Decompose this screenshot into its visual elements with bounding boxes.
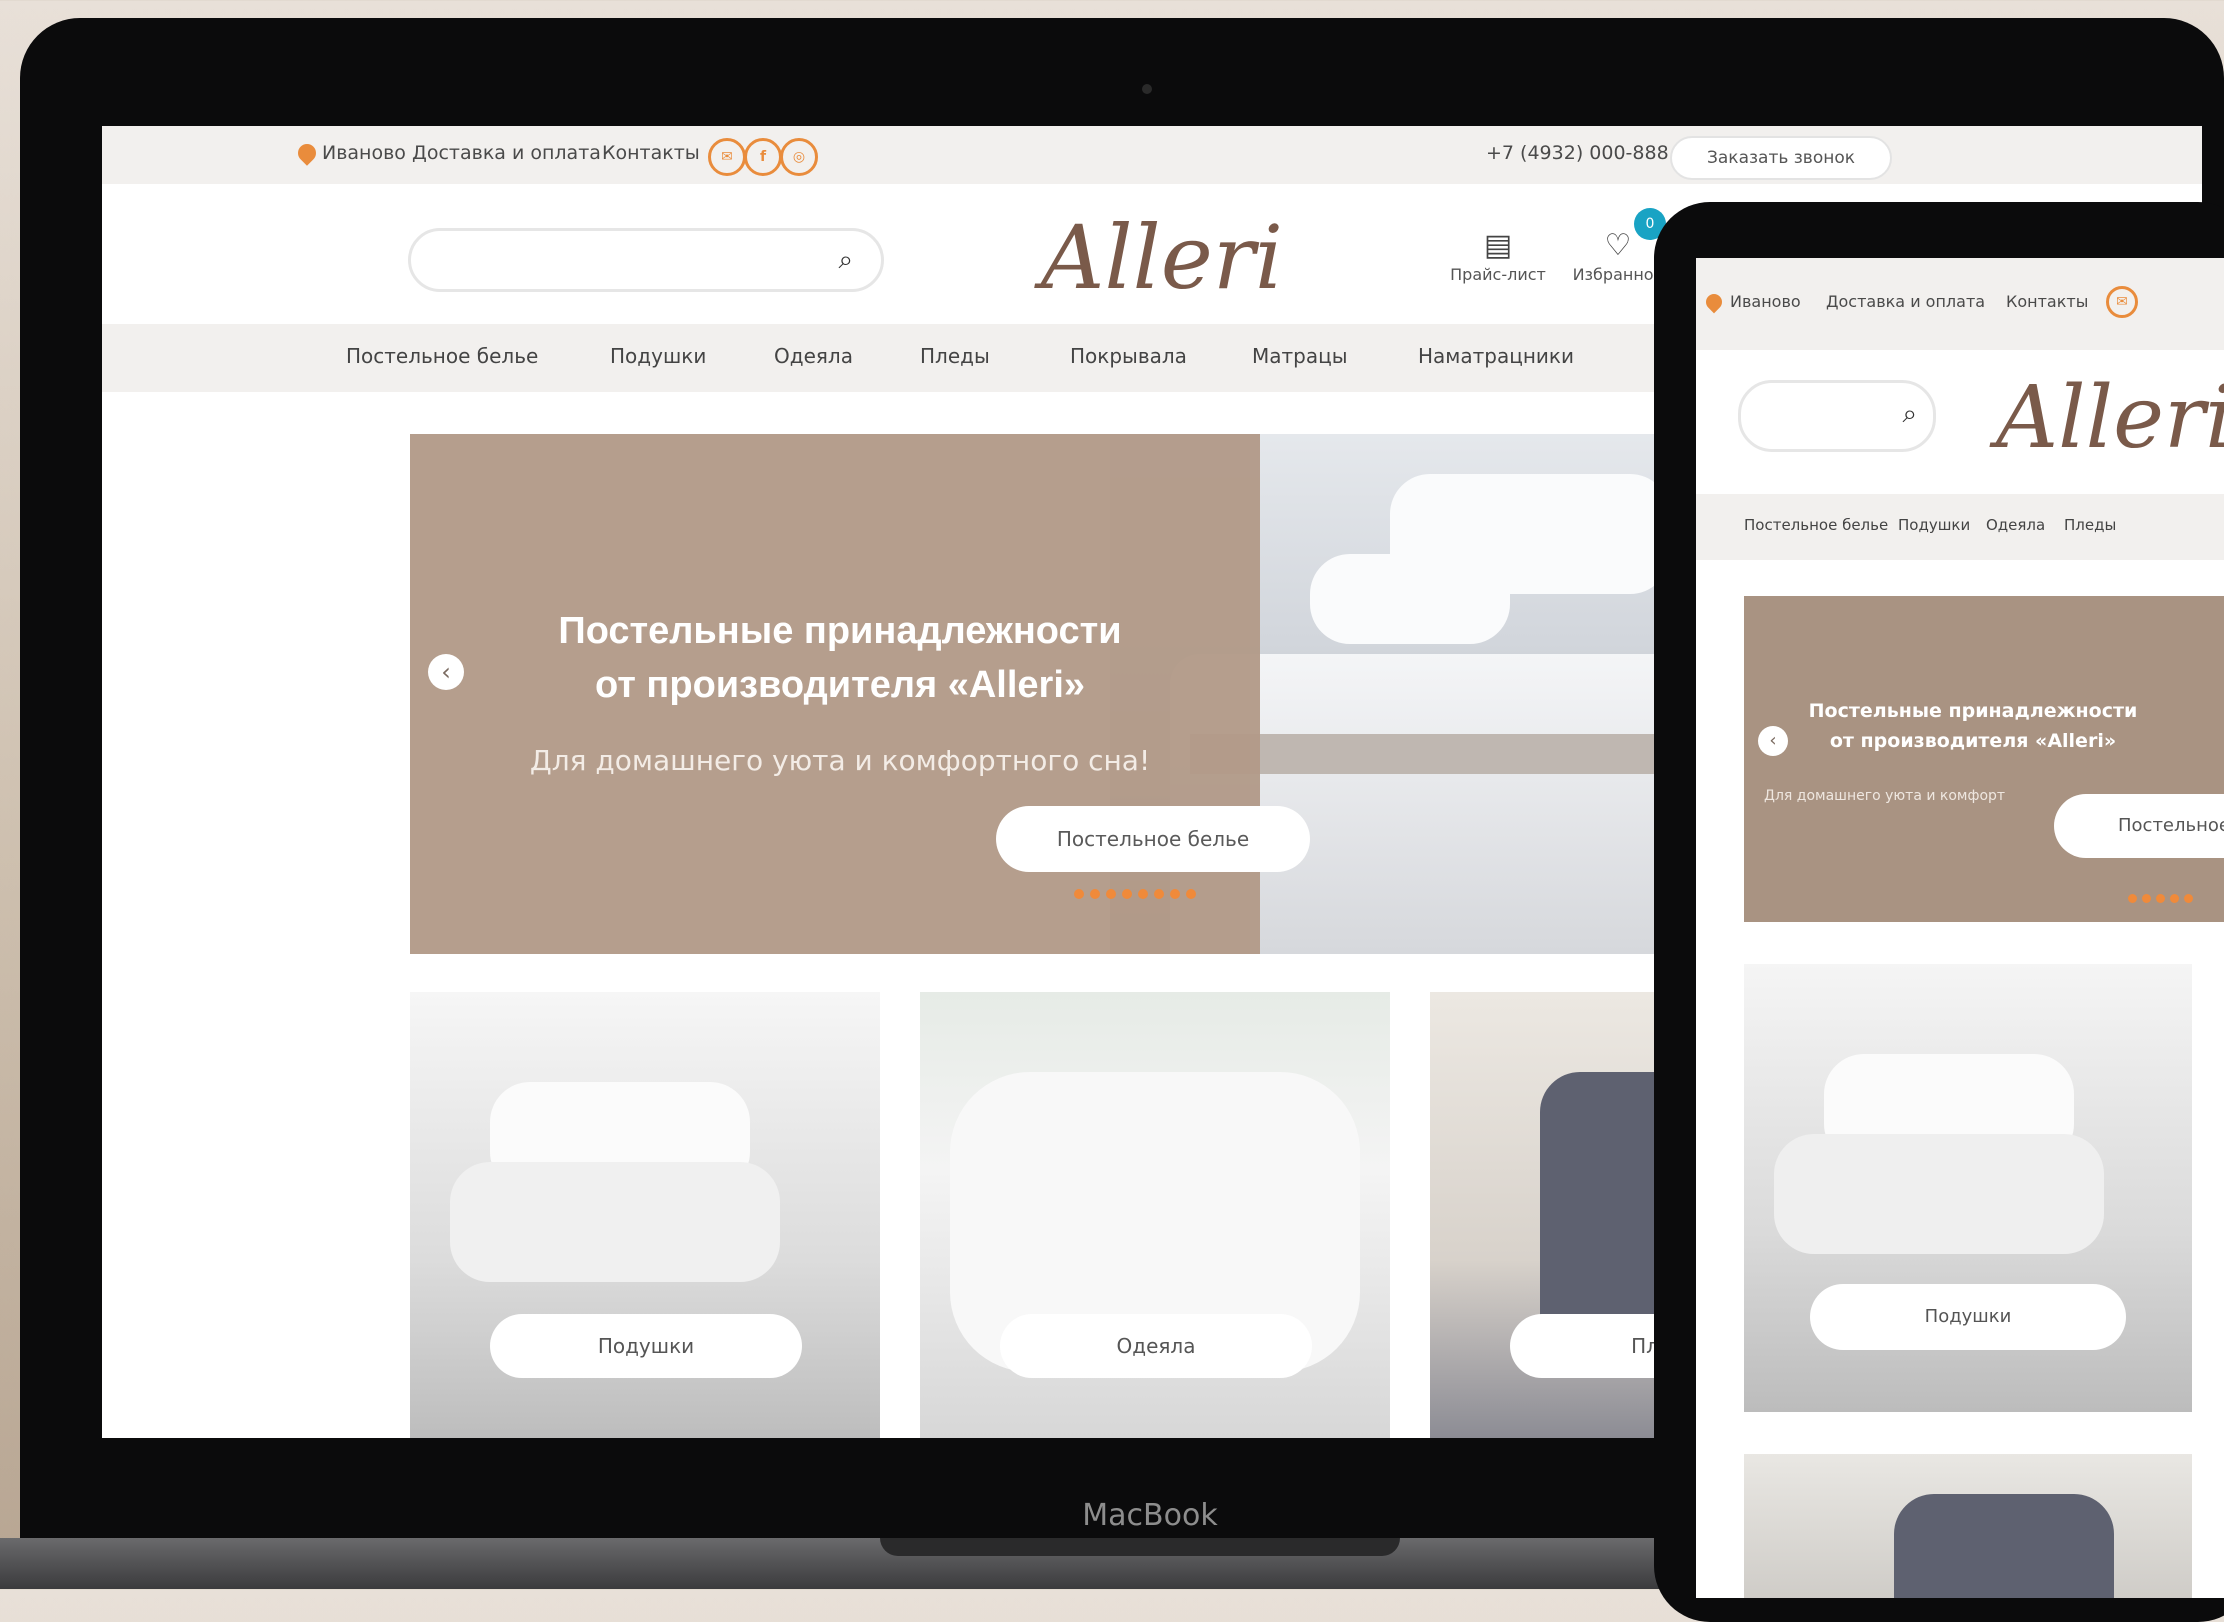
category-card-pillows[interactable]: Подушки xyxy=(410,992,880,1438)
pricelist-label: Прайс-лист xyxy=(1450,265,1546,284)
city-link[interactable]: Иваново xyxy=(322,142,406,164)
tablet-nav-item-plaids[interactable]: Пледы xyxy=(2064,516,2116,534)
camera-dot xyxy=(1142,84,1152,94)
banner-title-line2: от производителя «Alleri» xyxy=(594,664,1086,706)
laptop-hinge-notch xyxy=(880,1538,1400,1556)
site-logo[interactable]: Alleri xyxy=(1032,206,1292,309)
laptop-brand-label: MacBook xyxy=(1082,1498,1218,1533)
pillow-image xyxy=(1774,1134,2104,1254)
contacts-link[interactable]: Контакты xyxy=(602,142,700,164)
banner-subtitle: Для домашнего уюта и комфортного сна! xyxy=(529,744,1151,777)
document-icon: ▤ xyxy=(1483,228,1513,263)
hero-banner: ‹ Постельные принадлежности от производи… xyxy=(410,434,1710,954)
nav-item-bedding[interactable]: Постельное белье xyxy=(346,344,538,368)
top-bar: Иваново Доставка и оплата Контакты ✉ f ◎… xyxy=(102,126,2202,184)
tablet-nav-item-pillows[interactable]: Подушки xyxy=(1898,516,1970,534)
callback-button[interactable]: Заказать звонок xyxy=(1670,136,1892,180)
category-button-blankets[interactable]: Одеяла xyxy=(1000,1314,1312,1378)
carousel-dots[interactable] xyxy=(1074,884,1202,903)
tablet-top-bar: Иваново Доставка и оплата Контакты ✉ xyxy=(1696,258,2224,350)
nav-item-blankets[interactable]: Одеяла xyxy=(774,344,853,368)
mail-icon[interactable]: ✉ xyxy=(2106,286,2138,318)
tablet-banner-cta-button[interactable]: Постельное xyxy=(2054,794,2224,858)
tablet-delivery-link[interactable]: Доставка и оплата xyxy=(1826,292,1985,311)
phone-number[interactable]: +7 (4932) 000-888 xyxy=(1486,142,1669,164)
nav-item-plaids[interactable]: Пледы xyxy=(920,344,990,368)
nav-item-mattresses[interactable]: Матрацы xyxy=(1252,344,1348,368)
category-card-blankets[interactable]: Одеяла xyxy=(920,992,1390,1438)
location-pin-icon xyxy=(294,140,320,166)
tablet-nav-item-bedding[interactable]: Постельное белье xyxy=(1744,516,1888,534)
search-icon[interactable]: ⌕ xyxy=(1902,399,1917,430)
banner-cta-button[interactable]: Постельное белье xyxy=(996,806,1310,872)
tablet-nav-item-blankets[interactable]: Одеяла xyxy=(1986,516,2045,534)
tablet-nav: Постельное белье Подушки Одеяла Пледы xyxy=(1696,494,2224,560)
banner-title-line1: Постельные принадлежности xyxy=(558,610,1122,652)
mail-icon[interactable]: ✉ xyxy=(708,138,746,176)
instagram-icon[interactable]: ◎ xyxy=(780,138,818,176)
tablet-hero-banner: ‹ Постельные принадлежности от производи… xyxy=(1744,596,2224,922)
delivery-link[interactable]: Доставка и оплата xyxy=(412,142,601,164)
pillow-image xyxy=(450,1162,780,1282)
tablet-category-button-pillows[interactable]: Подушки xyxy=(1810,1284,2126,1350)
tablet-screen: Иваново Доставка и оплата Контакты ✉ ⌕ A… xyxy=(1696,258,2224,1598)
tablet-contacts-link[interactable]: Контакты xyxy=(2006,292,2088,311)
tablet-banner-title-line2: от производителя «Alleri» xyxy=(1829,730,2117,752)
tablet-search-input[interactable]: ⌕ xyxy=(1738,380,1936,452)
tablet-category-card-pillows[interactable]: Подушки xyxy=(1744,964,2192,1412)
tablet-carousel-dots[interactable] xyxy=(2128,888,2198,907)
tablet-banner-title: Постельные принадлежности от производите… xyxy=(1758,696,2188,756)
pillow-image xyxy=(1310,554,1510,644)
search-icon[interactable]: ⌕ xyxy=(838,245,853,276)
tablet-site-logo[interactable]: Alleri xyxy=(1996,368,2224,468)
nav-item-toppers[interactable]: Наматрацники xyxy=(1418,344,1574,368)
search-input[interactable]: ⌕ xyxy=(408,228,884,292)
category-button-pillows[interactable]: Подушки xyxy=(490,1314,802,1378)
nav-item-bedspreads[interactable]: Покрывала xyxy=(1070,344,1187,368)
pricelist-button[interactable]: ▤ Прайс-лист xyxy=(1438,228,1558,284)
tablet-frame: Иваново Доставка и оплата Контакты ✉ ⌕ A… xyxy=(1654,202,2224,1622)
banner-title: Постельные принадлежности от производите… xyxy=(430,604,1250,712)
nav-item-pillows[interactable]: Подушки xyxy=(610,344,706,368)
facebook-icon[interactable]: f xyxy=(744,138,782,176)
plaid-image xyxy=(1894,1494,2114,1598)
tablet-banner-title-line1: Постельные принадлежности xyxy=(1808,700,2138,722)
tablet-category-card-plaids[interactable] xyxy=(1744,1454,2192,1598)
location-pin-icon xyxy=(1702,290,1726,314)
tablet-city-link[interactable]: Иваново xyxy=(1730,292,1801,311)
bed-runner xyxy=(1190,734,1710,774)
